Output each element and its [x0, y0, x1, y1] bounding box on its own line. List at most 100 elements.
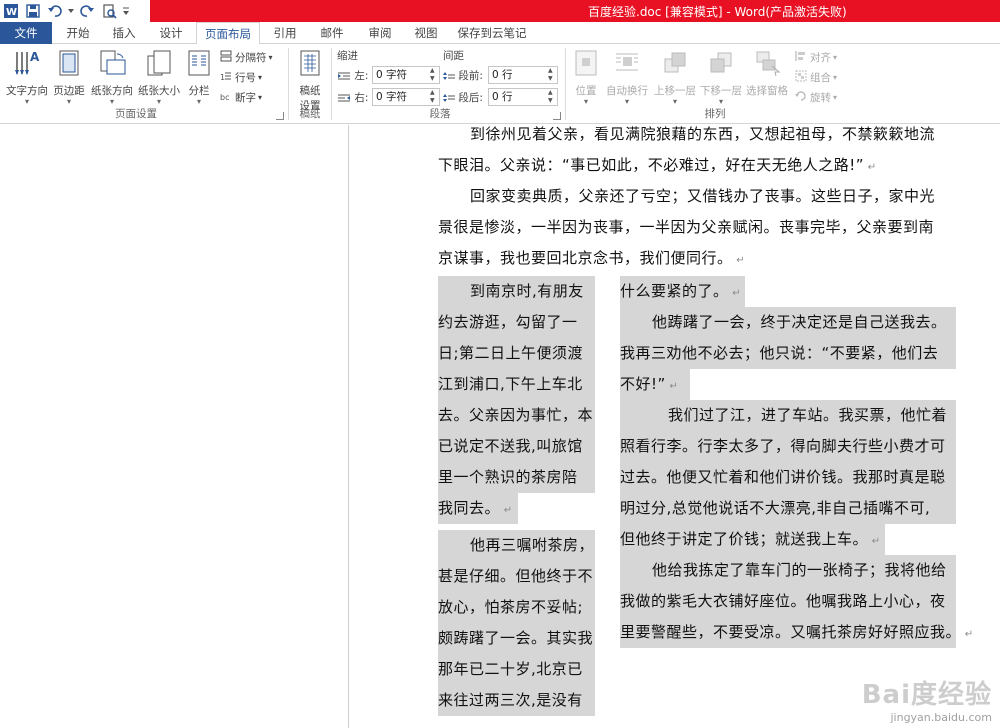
manuscript-label-1: 稿纸 — [299, 85, 321, 97]
page-setup-launcher-icon[interactable] — [276, 112, 284, 120]
selection-pane-icon — [744, 48, 790, 81]
chevron-down-icon: ▾ — [718, 97, 723, 106]
selected-line: 我再三劝他不必去；他只说：“不要紧，他们去 — [620, 338, 956, 369]
text-line: 回家变卖典质，父亲还了亏空；又借钱办了丧事。这些日子，家中光 — [470, 187, 936, 205]
spinner-arrows-icon[interactable]: ▲ ▼ — [548, 89, 556, 105]
breaks-button[interactable]: 分隔符 ▾ — [220, 50, 273, 65]
paragraph-launcher-icon[interactable] — [553, 112, 561, 120]
columns-icon — [184, 48, 214, 81]
align-label: 对齐 — [810, 52, 831, 64]
paragraph-mark-icon: ↵ — [864, 162, 877, 173]
tab-insert[interactable]: 插入 — [103, 22, 145, 44]
tab-references[interactable]: 引用 — [264, 22, 306, 44]
word-logo-icon[interactable]: W — [0, 0, 22, 22]
undo-dropdown-icon[interactable] — [66, 0, 76, 22]
tab-view[interactable]: 视图 — [405, 22, 447, 44]
selected-line: 放心，怕茶房不妥帖; — [438, 592, 595, 623]
rotate-label: 旋转 — [810, 92, 831, 104]
tab-save-to-cloud-note[interactable]: 保存到云笔记 — [452, 22, 532, 44]
bring-forward-label: 上移一层 — [654, 85, 696, 97]
position-button[interactable]: 位置 ▾ — [570, 48, 602, 106]
indent-left-label: 左: — [337, 68, 368, 83]
selected-line: 他给我拣定了靠车门的一张椅子；我将他给 — [620, 555, 956, 586]
line-numbers-label: 行号 — [235, 72, 256, 84]
paragraph-mark-icon: ↵ — [732, 255, 746, 266]
line-numbers-icon: 1 — [220, 70, 232, 85]
space-before-label: 段前: — [443, 68, 483, 83]
undo-icon[interactable] — [44, 0, 66, 22]
wrap-text-button[interactable]: 自动换行 ▾ — [604, 48, 650, 106]
manuscript-setup-button[interactable]: 稿纸 设置 — [292, 48, 328, 113]
group-button[interactable]: 组合 ▾ — [795, 70, 837, 85]
tab-mailings[interactable]: 邮件 — [310, 22, 354, 44]
ribbon-divider — [331, 48, 332, 120]
bring-forward-icon — [652, 48, 698, 81]
align-button[interactable]: 对齐 ▾ — [795, 50, 837, 65]
indent-left-input[interactable]: 0 字符 ▲ ▼ — [372, 66, 440, 84]
space-after-icon — [443, 94, 455, 102]
selected-line: 甚是仔细。但他终于不 — [438, 561, 595, 592]
print-preview-icon[interactable] — [98, 0, 120, 22]
orientation-label: 纸张方向 — [91, 85, 133, 97]
save-icon[interactable] — [22, 0, 44, 22]
tab-file[interactable]: 文件 — [0, 22, 52, 44]
selected-line: 他踌躇了一会，终于决定还是自己送我去。 — [620, 307, 956, 338]
margins-icon — [50, 48, 88, 81]
selection-pane-label: 选择窗格 — [746, 85, 788, 97]
margins-label: 页边距 — [53, 85, 85, 97]
paragraph-mark-icon: ↵ — [665, 381, 679, 392]
line-numbers-button[interactable]: 1 行号 ▾ — [220, 70, 262, 85]
customize-toolbar-icon[interactable] — [120, 0, 132, 22]
selected-line: 我做的紫毛大衣铺好座位。他嘱我路上小心，夜 — [620, 586, 956, 617]
size-button[interactable]: 纸张大小 ▾ — [136, 48, 182, 106]
hyphenation-button[interactable]: bc 断字 ▾ — [220, 90, 262, 105]
columns-button[interactable]: 分栏 ▾ — [184, 48, 214, 106]
selected-line: 日;第二日上午便须渡 — [438, 338, 595, 369]
chevron-down-icon: ▾ — [156, 97, 161, 106]
ribbon-tabs: 文件 开始 插入 设计 页面布局 引用 邮件 审阅 视图 保存到云笔记 — [0, 22, 1000, 45]
tab-home[interactable]: 开始 — [56, 22, 100, 44]
send-backward-button[interactable]: 下移一层 ▾ — [698, 48, 744, 106]
watermark-url: jingyan.baidu.com — [890, 711, 992, 724]
chevron-down-icon: ▾ — [24, 97, 29, 106]
chevron-down-icon: ▾ — [66, 97, 71, 106]
spinner-arrows-icon[interactable]: ▲ ▼ — [548, 67, 556, 83]
selected-line: 已说定不送我,叫旅馆 — [438, 431, 595, 462]
page-setup-group-label: 页面设置 — [115, 108, 157, 120]
ribbon-divider — [288, 48, 289, 120]
group-icon — [795, 70, 807, 85]
spinner-arrows-icon[interactable]: ▲ ▼ — [430, 67, 438, 83]
hyphenation-icon: bc — [220, 90, 232, 105]
selection-pane-button[interactable]: 选择窗格 — [744, 48, 790, 98]
paragraph-mark-icon: ↵ — [868, 536, 881, 547]
text-line: 景很是惨淡，一半因为丧事，一半因为父亲赋闲。丧事完毕，父亲要到南 — [438, 218, 935, 236]
columns-label: 分栏 — [188, 85, 210, 97]
chevron-down-icon: ▾ — [672, 97, 677, 106]
send-backward-label: 下移一层 — [700, 85, 742, 97]
indent-right-input[interactable]: 0 字符 ▲ ▼ — [372, 88, 440, 106]
tab-review[interactable]: 审阅 — [358, 22, 402, 44]
tab-design[interactable]: 设计 — [150, 22, 192, 44]
margins-button[interactable]: 页边距 ▾ — [50, 48, 88, 106]
text-line: 京谋事，我也要回北京念书，我们便同行。 ↵ — [438, 249, 746, 267]
space-after-label: 段后: — [443, 90, 483, 105]
selected-line: 来往过两三次,是没有 — [438, 685, 595, 716]
document-page[interactable]: 到徐州见着父亲，看见满院狼藉的东西，又想起祖母，不禁簌簌地流 下眼泪。父亲说：“… — [349, 125, 1000, 728]
paragraph-mark-icon: ↵ — [728, 288, 742, 299]
bring-forward-button[interactable]: 上移一层 ▾ — [652, 48, 698, 106]
selected-line: 什么要紧的了。 ↵ — [620, 276, 745, 307]
space-after-input[interactable]: 0 行 ▲ ▼ — [488, 88, 558, 106]
tab-page-layout[interactable]: 页面布局 — [196, 22, 260, 45]
breaks-label: 分隔符 — [235, 52, 267, 64]
spinner-arrows-icon[interactable]: ▲ ▼ — [430, 89, 438, 105]
watermark-logo: Bai度经验 — [861, 680, 992, 710]
breaks-icon — [220, 50, 232, 65]
redo-icon[interactable] — [76, 0, 98, 22]
text-line: 到徐州见着父亲，看见满院狼藉的东西，又想起祖母，不禁簌簌地流 — [470, 125, 936, 143]
send-backward-icon — [698, 48, 744, 81]
text-direction-button[interactable]: A 文字方向 ▾ — [4, 48, 50, 106]
document-background — [0, 125, 348, 728]
rotate-button[interactable]: 旋转 ▾ — [795, 90, 837, 105]
orientation-button[interactable]: 纸张方向 ▾ — [88, 48, 136, 106]
space-before-input[interactable]: 0 行 ▲ ▼ — [488, 66, 558, 84]
